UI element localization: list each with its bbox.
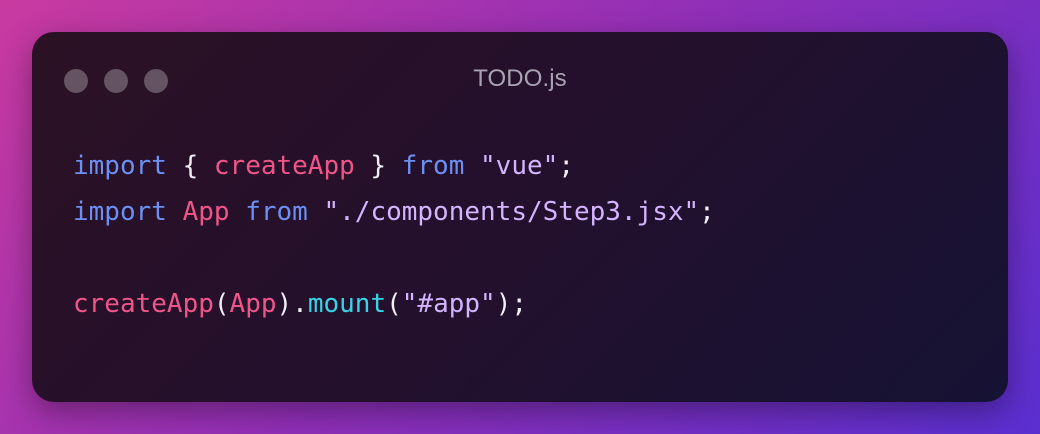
function-mount: mount <box>307 289 387 319</box>
code-line-1: import { createApp } from "vue"; <box>73 143 715 189</box>
identifier-createApp: createApp <box>73 289 214 319</box>
punctuation: } <box>354 151 402 181</box>
string-literal: "./components/Step3.jsx" <box>323 197 700 227</box>
punctuation: ( <box>213 289 230 319</box>
code-line-2: import App from "./components/Step3.jsx"… <box>73 189 715 235</box>
punctuation <box>167 197 183 227</box>
punctuation <box>308 197 324 227</box>
punctuation <box>464 151 480 181</box>
punctuation: ( <box>386 289 402 319</box>
keyword-from: from <box>245 197 308 227</box>
keyword-import: import <box>73 151 167 181</box>
punctuation: ; <box>558 151 574 181</box>
punctuation: ); <box>495 289 527 319</box>
code-block: import { createApp } from "vue"; import A… <box>73 143 715 327</box>
punctuation <box>230 197 246 227</box>
string-literal: "#app" <box>401 289 496 319</box>
keyword-import: import <box>73 197 167 227</box>
punctuation: ). <box>276 289 308 319</box>
punctuation: ; <box>699 197 715 227</box>
code-line-3-empty <box>73 235 715 281</box>
identifier-App: App <box>182 197 230 227</box>
window-title: TODO.js <box>473 65 567 92</box>
window-titlebar: TODO.js <box>32 32 1008 128</box>
keyword-from: from <box>401 151 465 181</box>
identifier-App: App <box>229 289 277 319</box>
string-literal: "vue" <box>480 151 559 181</box>
punctuation: { <box>166 151 214 181</box>
identifier-createApp: createApp <box>213 151 355 181</box>
code-window: TODO.js import { createApp } from "vue";… <box>32 32 1008 402</box>
code-line-4: createApp(App).mount("#app"); <box>73 281 715 327</box>
